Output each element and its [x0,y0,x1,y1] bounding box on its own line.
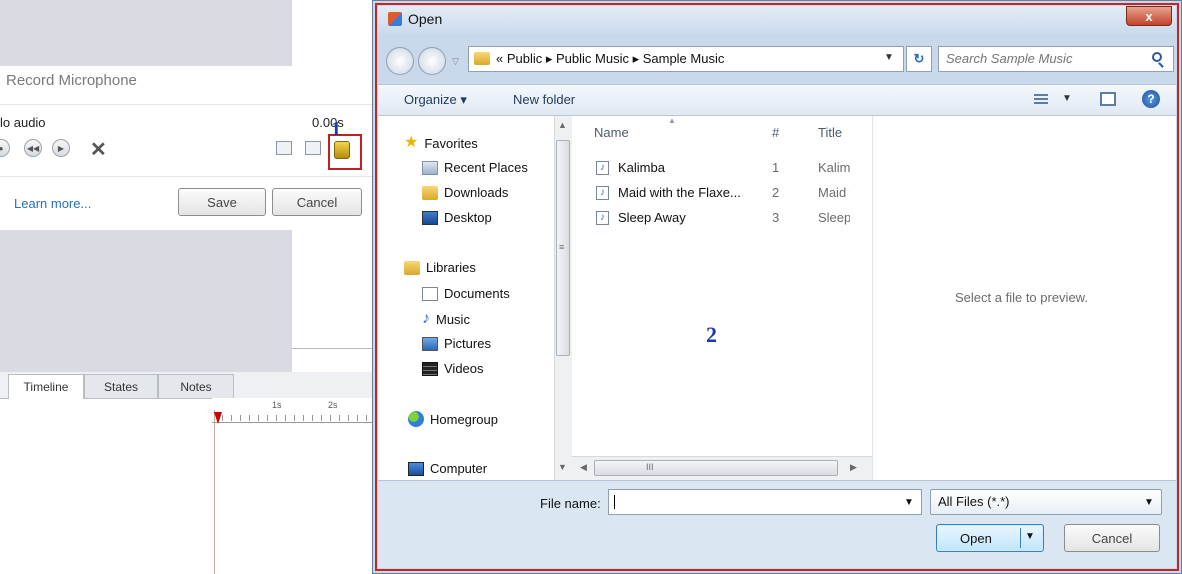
tab-notes[interactable]: Notes [158,374,234,398]
tab-timeline[interactable]: Timeline [8,374,84,399]
annotation-highlight-box [375,3,1179,571]
background-workspace [0,230,292,372]
tab-states[interactable]: States [84,374,158,398]
annotation-number-1: 1 [331,118,341,140]
playback-controls: ● ◀◀ ▶ ✕ [0,139,372,161]
divider [0,104,372,105]
divider [0,176,372,177]
play-icon[interactable]: ▶ [52,139,70,157]
background-workspace [0,0,292,66]
cancel-button[interactable]: Cancel [272,188,362,216]
rewind-icon[interactable]: ◀◀ [24,139,42,157]
background-canvas [292,0,372,66]
playhead-line [214,410,215,574]
trim-icon[interactable] [276,141,292,155]
delete-icon[interactable]: ✕ [90,137,107,162]
background-canvas [292,230,372,349]
ruler-ticks [222,415,372,421]
record-icon[interactable]: ● [0,139,10,157]
playhead-marker[interactable] [214,412,222,424]
save-button[interactable]: Save [178,188,266,216]
audio-status-text: lo audio [0,115,46,130]
properties-icon[interactable] [305,141,321,155]
learn-more-link[interactable]: Learn more... [14,196,91,211]
record-panel-title: Record Microphone [6,72,137,89]
ruler-label: 2s [328,400,338,410]
ruler-label: 1s [272,400,282,410]
